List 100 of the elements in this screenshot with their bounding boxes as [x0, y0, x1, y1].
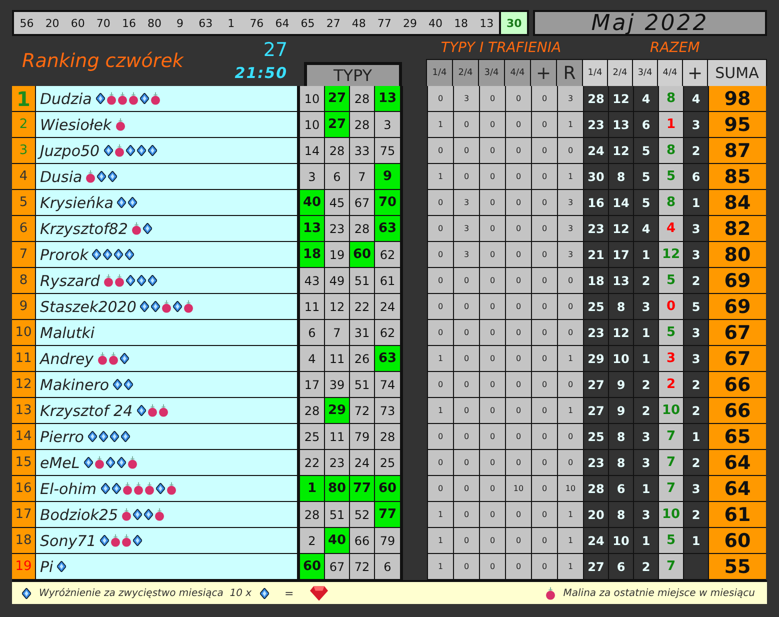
raspberry-icon	[94, 456, 104, 469]
pick-cell: 45	[325, 190, 350, 216]
hits-cell: 0	[479, 294, 505, 320]
total-cell: 20	[583, 502, 608, 528]
raspberry-icon	[114, 144, 124, 157]
total-cell: 12	[658, 242, 683, 268]
player-name: Krzysztof 24	[40, 402, 133, 420]
draw-count: 27	[263, 38, 288, 62]
total-cell: 1	[658, 112, 683, 138]
pick-cell: 1	[300, 476, 325, 502]
total-cell: 13	[608, 268, 633, 294]
diamond-icon	[173, 301, 182, 312]
total-cell: 4	[683, 86, 708, 112]
raspberry-icon	[108, 352, 118, 365]
hits-cell: 1	[427, 346, 453, 372]
hits-cell: 0	[505, 372, 531, 398]
hits-cell: 0	[505, 138, 531, 164]
pick-cell: 28	[325, 138, 350, 164]
pick-cell: 28	[300, 502, 325, 528]
total-cell: 3	[683, 112, 708, 138]
drawn-number: 60	[70, 16, 86, 32]
pick-cell: 79	[350, 424, 375, 450]
diamond-icon	[156, 483, 165, 494]
hits-cell: 0	[557, 268, 583, 294]
pick-cell: 17	[300, 372, 325, 398]
total-cell: 1	[633, 476, 658, 502]
hits-cell: 0	[531, 216, 557, 242]
diamond-icon	[126, 275, 135, 286]
total-cell: 12	[608, 138, 633, 164]
total-cell: 6	[683, 164, 708, 190]
total-cell: 27	[583, 398, 608, 424]
hits-cell: 0	[479, 450, 505, 476]
hits-cell: 0	[427, 320, 453, 346]
pick-cell: 28	[375, 424, 400, 450]
hits-cell: 1	[557, 528, 583, 554]
hits-cell: 0	[479, 346, 505, 372]
hits-cell: 0	[531, 554, 557, 580]
total-cell: 7	[658, 554, 683, 580]
hits-cell: 0	[505, 268, 531, 294]
pick-cell: 13	[300, 216, 325, 242]
total-cell: 9	[608, 398, 633, 424]
diamond-icon	[125, 249, 134, 260]
diamond-icon	[140, 93, 149, 104]
hits-cell: 0	[557, 424, 583, 450]
pick-cell: 3	[375, 112, 400, 138]
legend-text: Malina za ostatnie miejsce w miesiącu	[563, 588, 755, 598]
pick-cell: 7	[350, 164, 375, 190]
diamond-icon	[120, 353, 129, 364]
hits-cell: 0	[505, 502, 531, 528]
total-cell: 2	[658, 372, 683, 398]
total-cell: 3	[633, 294, 658, 320]
sum-cell: 84	[708, 190, 766, 216]
diamond-icon	[114, 249, 124, 260]
pick-cell: 25	[375, 450, 400, 476]
total-cell: 2	[683, 398, 708, 424]
total-cell: 14	[608, 190, 633, 216]
hits-cell: 0	[427, 476, 453, 502]
rank-number: 17	[15, 508, 32, 521]
hits-cell: 0	[479, 372, 505, 398]
pick-cell: 29	[325, 398, 350, 424]
total-cell: 1	[633, 242, 658, 268]
total-cell: 8	[608, 502, 633, 528]
diamond-icon	[140, 301, 150, 312]
diamond-icon	[116, 457, 126, 468]
diamond-icon	[136, 405, 146, 416]
total-cell: 30	[583, 164, 608, 190]
pick-cell: 25	[300, 424, 325, 450]
pick-cell: 52	[350, 502, 375, 528]
pick-cell: 61	[375, 268, 400, 294]
raspberry-icon	[134, 482, 143, 495]
diamond-icon	[260, 588, 269, 598]
hits-cell: 0	[479, 320, 505, 346]
hits-cell: 0	[531, 476, 557, 502]
column-header: +	[531, 60, 557, 86]
rank-number: 4	[19, 170, 28, 183]
total-cell: 16	[583, 190, 608, 216]
total-cell: 1	[633, 528, 658, 554]
pick-cell: 72	[350, 398, 375, 424]
hits-cell: 0	[453, 112, 479, 138]
hits-cell: 1	[427, 112, 453, 138]
drawn-number: 70	[95, 16, 112, 32]
hits-cell: 0	[453, 502, 479, 528]
total-cell: 28	[583, 476, 608, 502]
hits-cell: 0	[427, 242, 453, 268]
raspberry-icon	[162, 300, 172, 313]
hits-cell: 3	[453, 242, 479, 268]
raspberry-icon	[106, 92, 116, 105]
rank-number: 15	[15, 456, 32, 469]
drawn-number: 80	[146, 16, 162, 32]
sum-cell: 66	[708, 372, 766, 398]
sum-cell: 60	[708, 528, 766, 554]
hits-cell: 0	[479, 476, 505, 502]
total-cell: 25	[583, 424, 608, 450]
sum-cell: 85	[708, 164, 766, 190]
sum-cell: 80	[708, 242, 766, 268]
player-name: Dusia	[40, 168, 82, 186]
hits-cell: 1	[557, 398, 583, 424]
player-name: Prorok	[40, 246, 88, 264]
drawn-number: 1	[226, 16, 236, 32]
hits-cell: 0	[479, 528, 505, 554]
